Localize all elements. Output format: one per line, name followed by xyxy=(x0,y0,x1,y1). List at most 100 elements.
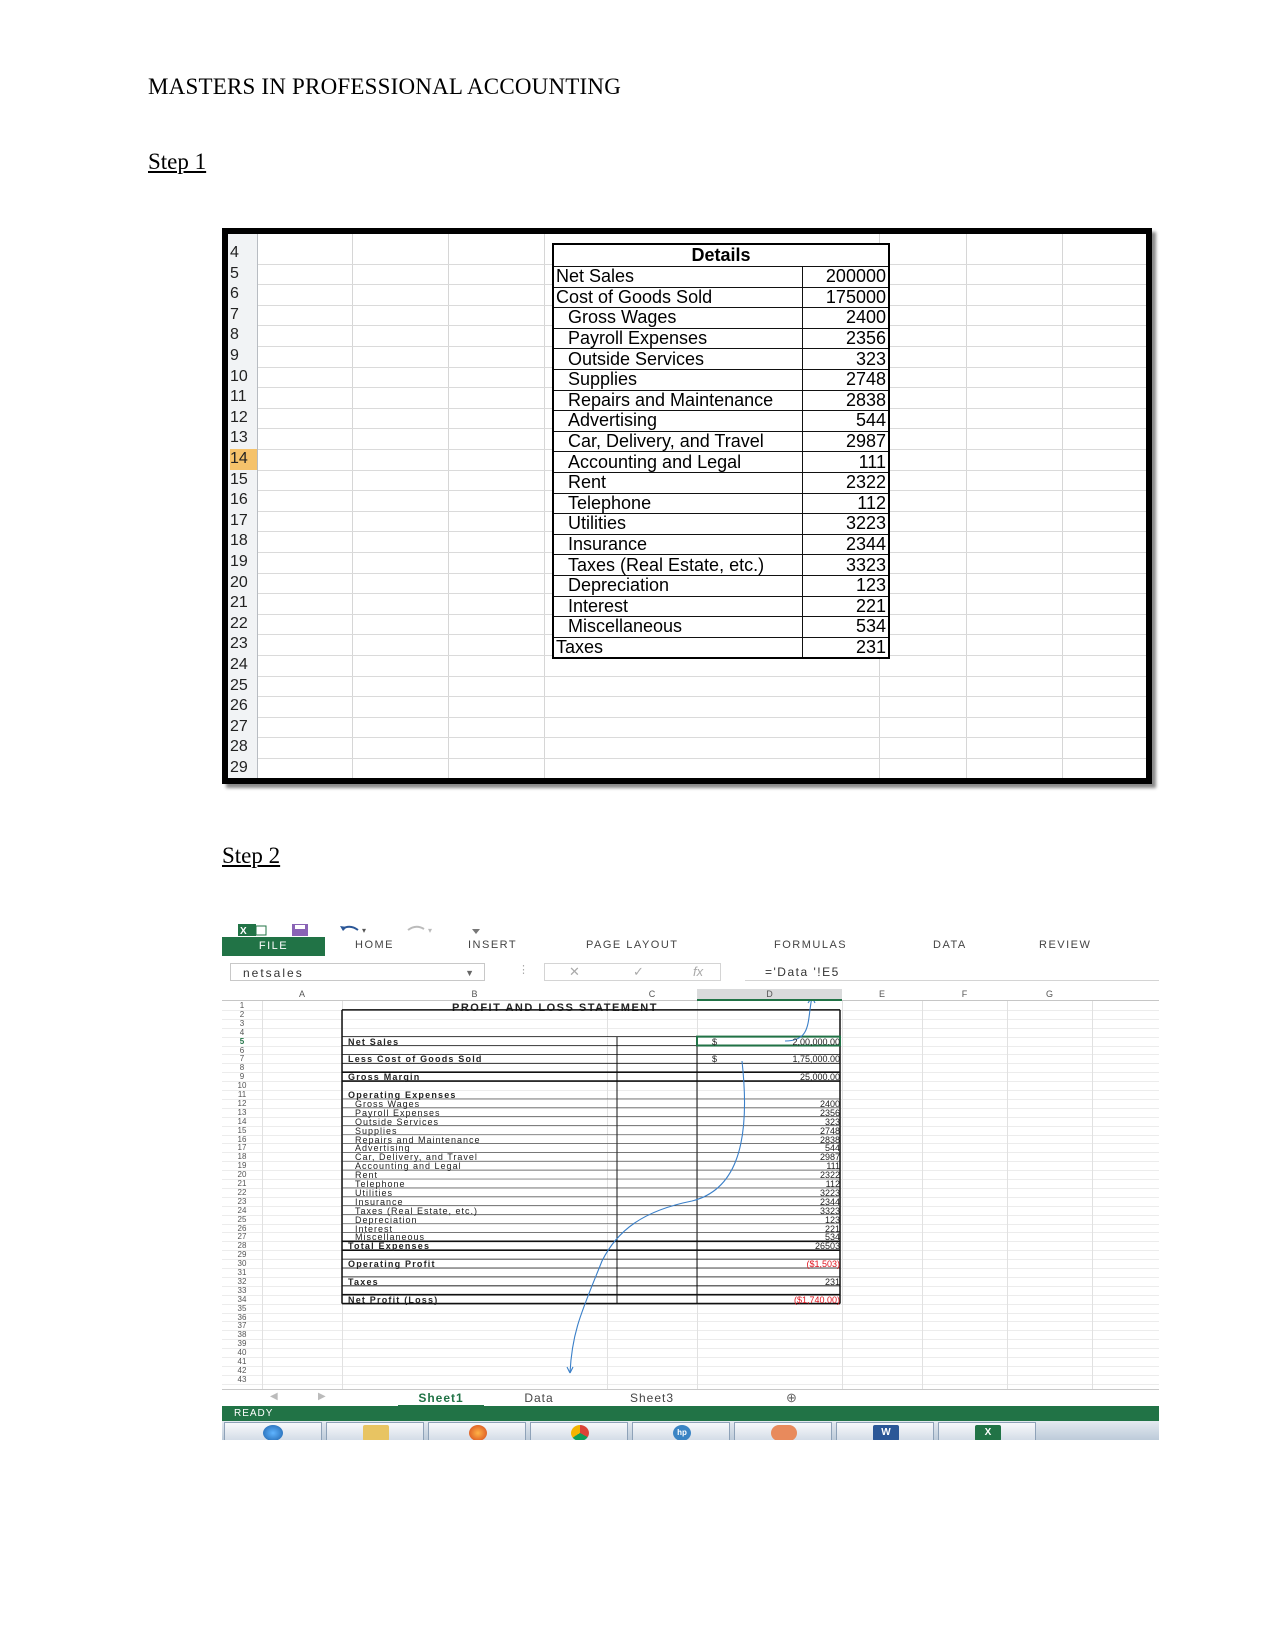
row-number[interactable]: 25 xyxy=(236,1215,248,1224)
pnl-label[interactable]: Miscellaneous xyxy=(355,1233,425,1242)
pnl-value[interactable]: 2,00,000.00 xyxy=(792,1037,840,1046)
row-label[interactable]: Insurance xyxy=(552,533,803,556)
row-value[interactable]: 200000 xyxy=(802,266,890,288)
pnl-label[interactable]: Operating Profit xyxy=(348,1260,436,1269)
row-value[interactable]: 323 xyxy=(802,348,890,370)
row-number[interactable]: 26 xyxy=(236,1224,248,1233)
row-label[interactable]: Accounting and Legal xyxy=(552,451,803,473)
row-value[interactable]: 175000 xyxy=(802,286,890,309)
row-value[interactable]: 2322 xyxy=(802,471,890,494)
row-number[interactable]: 22 xyxy=(236,1188,248,1197)
pnl-value[interactable]: 2987 xyxy=(820,1153,840,1162)
add-sheet-icon[interactable]: ⊕ xyxy=(786,1390,798,1406)
column-header[interactable]: C xyxy=(607,989,697,999)
pnl-value[interactable]: 3223 xyxy=(820,1188,840,1197)
row-label[interactable]: Telephone xyxy=(552,492,803,515)
row-value[interactable]: 2400 xyxy=(802,307,890,329)
row-number[interactable]: 8 xyxy=(230,325,257,346)
column-header[interactable]: E xyxy=(842,989,922,999)
pnl-value[interactable]: 2748 xyxy=(820,1126,840,1135)
excel-icon[interactable]: X xyxy=(938,1422,1036,1440)
media-icon[interactable] xyxy=(734,1422,832,1440)
row-number[interactable]: 36 xyxy=(236,1313,248,1322)
row-label[interactable]: Payroll Expenses xyxy=(552,327,803,350)
row-number[interactable]: 1 xyxy=(236,1002,248,1010)
column-header[interactable]: B xyxy=(342,989,607,999)
enter-icon[interactable]: ✓ xyxy=(633,964,644,980)
row-label[interactable]: Advertising xyxy=(552,410,803,432)
insert-function-icon[interactable]: fx xyxy=(693,964,703,979)
row-number[interactable]: 5 xyxy=(236,1037,248,1046)
column-header[interactable]: A xyxy=(262,989,342,999)
pnl-label[interactable]: Less Cost of Goods Sold xyxy=(348,1055,483,1064)
tab-insert[interactable]: INSERT xyxy=(468,939,517,951)
sheet-tab-data[interactable]: Data xyxy=(504,1391,574,1405)
row-number[interactable]: 6 xyxy=(230,284,257,305)
row-label[interactable]: Car, Delivery, and Travel xyxy=(552,430,803,453)
tab-data[interactable]: DATA xyxy=(933,939,967,951)
row-number[interactable]: 16 xyxy=(236,1135,248,1144)
row-value[interactable]: 2987 xyxy=(802,430,890,453)
row-number[interactable]: 17 xyxy=(236,1144,248,1152)
row-number[interactable]: 42 xyxy=(236,1366,248,1375)
pnl-label[interactable]: Supplies xyxy=(355,1126,398,1135)
row-number[interactable]: 27 xyxy=(230,717,257,738)
pnl-label[interactable]: Net Sales xyxy=(348,1037,399,1046)
pnl-label[interactable]: Gross Wages xyxy=(355,1099,420,1108)
windows-start-icon[interactable] xyxy=(224,1422,322,1440)
row-label[interactable]: Taxes xyxy=(552,636,803,659)
firefox-icon[interactable] xyxy=(428,1422,526,1440)
row-value[interactable]: 534 xyxy=(802,616,890,638)
row-number[interactable]: 11 xyxy=(230,387,257,408)
row-number[interactable]: 18 xyxy=(236,1153,248,1161)
row-number[interactable]: 14 xyxy=(230,449,257,470)
column-header[interactable]: D xyxy=(697,989,842,1001)
row-number[interactable]: 9 xyxy=(230,346,257,367)
row-number[interactable]: 15 xyxy=(236,1126,248,1135)
row-value[interactable]: 2748 xyxy=(802,368,890,391)
pnl-label[interactable]: Interest xyxy=(355,1224,393,1233)
row-value[interactable]: 2356 xyxy=(802,327,890,350)
tab-review[interactable]: REVIEW xyxy=(1039,939,1091,951)
row-value[interactable]: 111 xyxy=(802,451,890,473)
row-value[interactable]: 123 xyxy=(802,574,890,597)
formula-bar[interactable]: ='Data '!E5 xyxy=(745,963,1159,981)
pnl-value[interactable]: ($1,503) xyxy=(806,1260,840,1269)
chevron-down-icon[interactable]: ▼ xyxy=(465,964,476,982)
sheet-tab-sheet1[interactable]: Sheet1 xyxy=(398,1391,484,1407)
pnl-value[interactable]: 1,75,000.00 xyxy=(792,1055,840,1064)
row-number[interactable]: 15 xyxy=(230,470,257,491)
pnl-label[interactable]: Taxes xyxy=(348,1277,379,1286)
row-number[interactable]: 39 xyxy=(236,1340,248,1348)
pnl-label[interactable]: Gross Margin xyxy=(348,1073,420,1082)
row-number[interactable]: 23 xyxy=(236,1197,248,1206)
row-number[interactable]: 16 xyxy=(230,490,257,511)
row-number[interactable]: 32 xyxy=(236,1277,248,1286)
row-label[interactable]: Repairs and Maintenance xyxy=(552,389,803,412)
pnl-label[interactable]: Depreciation xyxy=(355,1215,418,1224)
row-number[interactable]: 34 xyxy=(236,1295,248,1304)
row-number[interactable]: 20 xyxy=(230,573,257,594)
row-number[interactable]: 13 xyxy=(236,1108,248,1117)
row-label[interactable]: Depreciation xyxy=(552,574,803,597)
row-number[interactable]: 7 xyxy=(230,305,257,326)
row-number[interactable]: 4 xyxy=(236,1028,248,1037)
pnl-value[interactable]: 112 xyxy=(826,1180,840,1189)
row-number[interactable]: 7 xyxy=(236,1055,248,1063)
row-label[interactable]: Taxes (Real Estate, etc.) xyxy=(552,554,803,576)
name-box[interactable]: netsales ▼ xyxy=(230,963,485,981)
row-number[interactable]: 19 xyxy=(236,1162,248,1170)
pnl-value[interactable]: 123 xyxy=(825,1215,840,1224)
row-number[interactable]: 20 xyxy=(236,1171,248,1179)
pnl-label[interactable]: Operating Expenses xyxy=(348,1091,457,1100)
folder-icon[interactable] xyxy=(326,1422,424,1440)
row-number[interactable]: 13 xyxy=(230,428,257,449)
row-number[interactable]: 25 xyxy=(230,676,257,697)
pnl-value[interactable]: 2400 xyxy=(820,1099,840,1108)
row-number[interactable]: 10 xyxy=(236,1082,248,1090)
row-number[interactable]: 24 xyxy=(236,1206,248,1215)
row-number[interactable]: 8 xyxy=(236,1064,248,1072)
tab-formulas[interactable]: FORMULAS xyxy=(774,939,847,951)
row-label[interactable]: Interest xyxy=(552,595,803,618)
pnl-value[interactable]: 26503 xyxy=(815,1242,840,1251)
